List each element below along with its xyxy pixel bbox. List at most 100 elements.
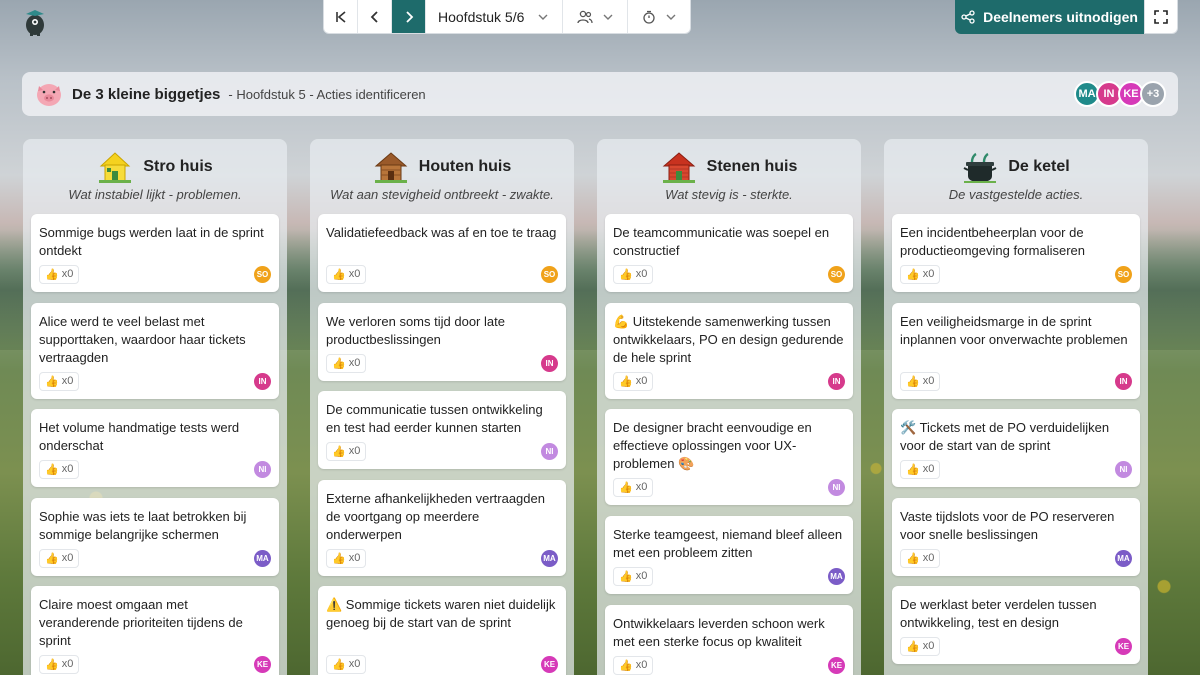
invite-participants-button[interactable]: Deelnemers uitnodigen xyxy=(955,0,1144,34)
card-footer: 👍 x0 SO xyxy=(900,264,1132,284)
like-button[interactable]: 👍 x0 xyxy=(326,548,367,568)
timer-select[interactable] xyxy=(628,0,690,33)
column-description: Wat instabiel lijkt - problemen. xyxy=(68,187,242,202)
like-count: x0 xyxy=(635,268,648,280)
card-footer: 👍 x0 KE xyxy=(39,654,271,674)
like-button[interactable]: 👍 x0 xyxy=(39,264,80,284)
card-text: De designer bracht eenvoudige en effecti… xyxy=(613,420,812,471)
like-count: x0 xyxy=(61,463,74,475)
next-chapter-button[interactable] xyxy=(392,0,426,33)
pig-icon xyxy=(37,84,61,106)
card-footer: 👍 x0 MA xyxy=(326,548,558,568)
like-count: x0 xyxy=(348,658,361,670)
card[interactable]: De communicatie tussen ontwikkeling en t… xyxy=(318,391,566,469)
card-footer: 👍 x0 NI xyxy=(39,459,271,479)
column-title: Houten huis xyxy=(418,158,512,175)
like-button[interactable]: 👍 x0 xyxy=(326,441,367,461)
like-button[interactable]: 👍 x0 xyxy=(39,654,80,674)
card-footer: 👍 x0 NI xyxy=(900,459,1132,479)
card[interactable]: Alice werd te veel belast met supporttak… xyxy=(31,303,279,399)
author-avatar: NI xyxy=(1115,460,1132,478)
thumbs-up-icon: 👍 xyxy=(906,375,920,388)
like-count: x0 xyxy=(635,659,648,671)
chapter-select[interactable]: Hoofdstuk 5/6 xyxy=(426,0,564,33)
card-text: Vaste tijdslots voor de PO reserveren vo… xyxy=(900,509,1115,542)
card-footer: 👍 x0 SO xyxy=(613,264,845,284)
like-button[interactable]: 👍 x0 xyxy=(900,548,941,568)
thumbs-up-icon: 👍 xyxy=(619,481,633,494)
like-count: x0 xyxy=(348,445,361,457)
card-text: Alice werd te veel belast met supporttak… xyxy=(39,314,246,365)
thumbs-up-icon: 👍 xyxy=(332,357,346,370)
card[interactable]: Sommige bugs werden laat in de sprint on… xyxy=(31,214,279,292)
author-avatar: IN xyxy=(828,372,845,390)
like-button[interactable]: 👍 x0 xyxy=(326,654,367,674)
fullscreen-button[interactable] xyxy=(1144,0,1178,34)
like-button[interactable]: 👍 x0 xyxy=(326,353,367,373)
like-button[interactable]: 👍 x0 xyxy=(613,477,654,497)
card[interactable]: Validatiefeedback was af en toe te traag… xyxy=(318,214,566,292)
card-footer: 👍 x0 IN xyxy=(326,353,558,373)
card[interactable]: Het volume handmatige tests werd ondersc… xyxy=(31,409,279,487)
chevron-left-icon xyxy=(370,10,378,23)
chevron-down-icon xyxy=(666,14,676,20)
card-text: De werklast beter verdelen tussen ontwik… xyxy=(900,597,1097,630)
author-avatar: MA xyxy=(828,567,845,585)
chapter-navigation: Hoofdstuk 5/6 xyxy=(323,0,692,34)
like-button[interactable]: 👍 x0 xyxy=(613,264,654,284)
participant-avatars[interactable]: MA IN KE +3 xyxy=(1074,81,1166,107)
like-button[interactable]: 👍 x0 xyxy=(39,548,80,568)
like-count: x0 xyxy=(61,268,74,280)
like-count: x0 xyxy=(922,552,935,564)
card[interactable]: Claire moest omgaan met veranderende pri… xyxy=(31,586,279,675)
card[interactable]: De teamcommunicatie was soepel en constr… xyxy=(605,214,853,292)
author-avatar: KE xyxy=(828,656,845,674)
card-text: De communicatie tussen ontwikkeling en t… xyxy=(326,402,543,435)
author-avatar: KE xyxy=(541,655,558,673)
like-count: x0 xyxy=(922,268,935,280)
like-count: x0 xyxy=(348,552,361,564)
card[interactable]: Sterke teamgeest, niemand bleef alleen m… xyxy=(605,516,853,594)
card-text: Claire moest omgaan met veranderende pri… xyxy=(39,597,243,648)
like-button[interactable]: 👍 x0 xyxy=(900,371,941,391)
card[interactable]: De werklast beter verdelen tussen ontwik… xyxy=(892,586,1140,664)
like-button[interactable]: 👍 x0 xyxy=(326,264,367,284)
like-button[interactable]: 👍 x0 xyxy=(900,636,941,656)
card[interactable]: Ontwikkelaars leverden schoon werk met e… xyxy=(605,605,853,675)
card[interactable]: Een incidentbeheerplan voor de productie… xyxy=(892,214,1140,292)
card[interactable]: Een veiligheidsmarge in de sprint inplan… xyxy=(892,303,1140,399)
kettle-icon xyxy=(963,152,997,183)
author-avatar: SO xyxy=(828,265,845,283)
like-button[interactable]: 👍 x0 xyxy=(900,264,941,284)
card-text: Sophie was iets te laat betrokken bij so… xyxy=(39,509,247,542)
thumbs-up-icon: 👍 xyxy=(45,375,59,388)
thumbs-up-icon: 👍 xyxy=(906,640,920,653)
card[interactable]: We verloren soms tijd door late productb… xyxy=(318,303,566,381)
previous-chapter-button[interactable] xyxy=(358,0,392,33)
first-chapter-button[interactable] xyxy=(324,0,358,33)
like-button[interactable]: 👍 x0 xyxy=(39,371,80,391)
card[interactable]: Vaste tijdslots voor de PO reserveren vo… xyxy=(892,498,1140,576)
brick-house-icon xyxy=(662,152,695,183)
like-button[interactable]: 👍 x0 xyxy=(39,459,80,479)
column-description: Wat stevig is - sterkte. xyxy=(665,187,793,202)
like-button[interactable]: 👍 x0 xyxy=(613,566,654,586)
like-count: x0 xyxy=(61,375,74,387)
card[interactable]: 🛠️ Tickets met de PO verduidelijken voor… xyxy=(892,409,1140,487)
thumbs-up-icon: 👍 xyxy=(906,463,920,476)
more-participants-badge[interactable]: +3 xyxy=(1140,81,1166,107)
thumbs-up-icon: 👍 xyxy=(332,658,346,671)
like-button[interactable]: 👍 x0 xyxy=(613,655,654,675)
app-logo-icon[interactable] xyxy=(22,6,48,36)
card[interactable]: 💪 Uitstekende samenwerking tussen ontwik… xyxy=(605,303,853,399)
like-count: x0 xyxy=(635,481,648,493)
participants-select[interactable] xyxy=(563,0,629,33)
card[interactable]: Sophie was iets te laat betrokken bij so… xyxy=(31,498,279,576)
like-button[interactable]: 👍 x0 xyxy=(900,459,941,479)
card[interactable]: De designer bracht eenvoudige en effecti… xyxy=(605,409,853,505)
card-text: Ontwikkelaars leverden schoon werk met e… xyxy=(613,616,825,649)
like-button[interactable]: 👍 x0 xyxy=(613,371,654,391)
card[interactable]: ⚠️ Sommige tickets waren niet duidelijk … xyxy=(318,586,566,675)
wooden-house-icon xyxy=(374,152,408,183)
card[interactable]: Externe afhankelijkheden vertraagden de … xyxy=(318,480,566,576)
